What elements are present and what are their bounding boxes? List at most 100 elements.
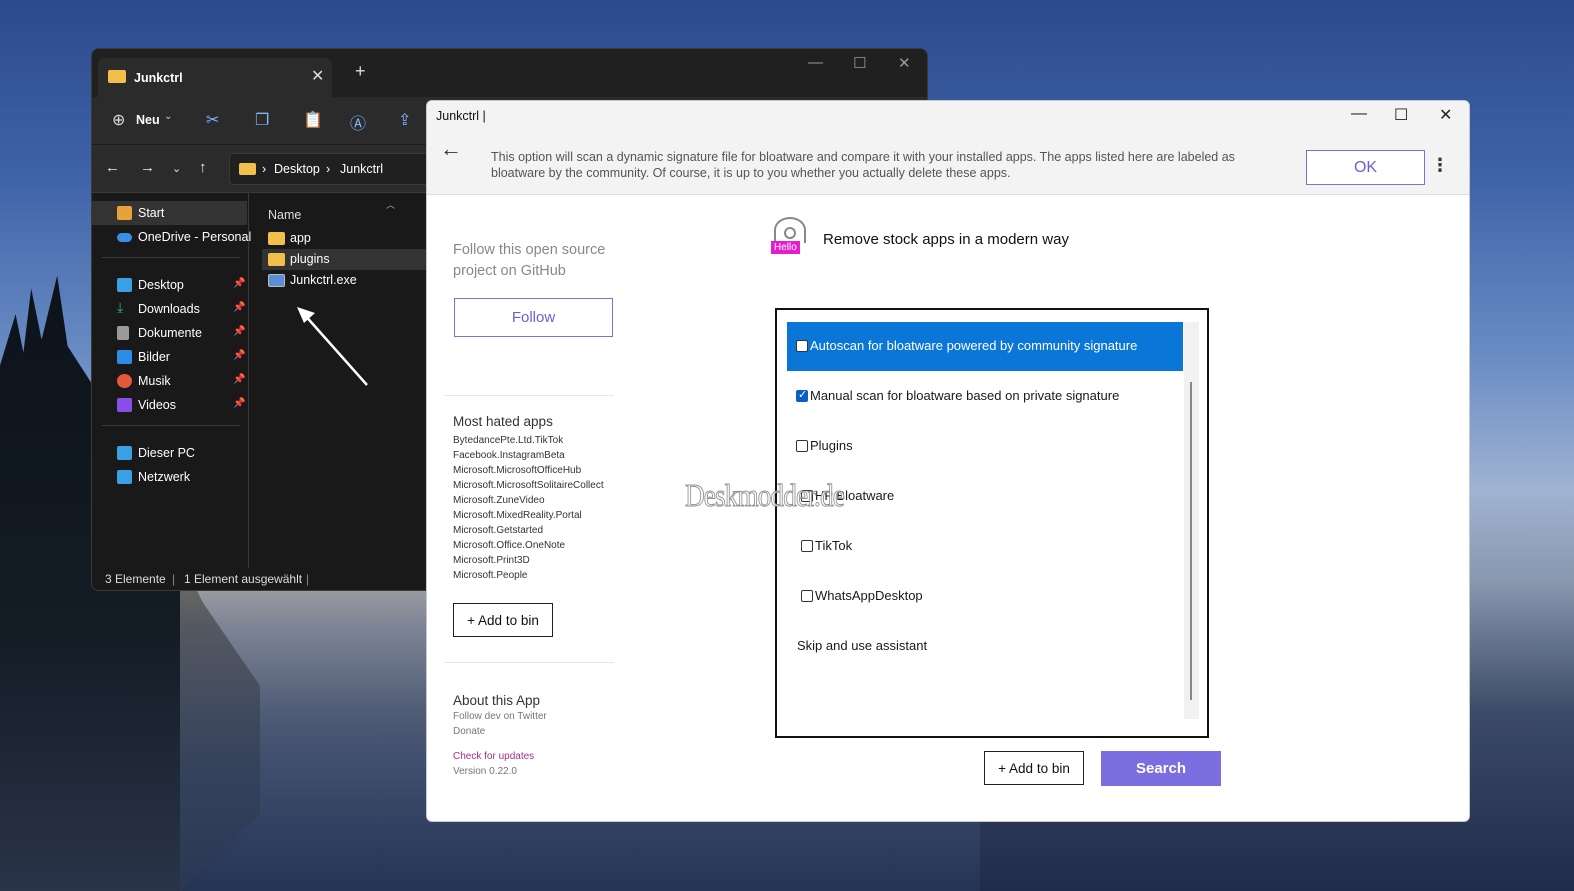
divider [444, 662, 614, 663]
option-label: TikTok [815, 538, 853, 553]
window-title: Junkctrl | [436, 109, 486, 123]
list-item[interactable]: Microsoft.MicrosoftSolitaireCollect [453, 478, 604, 493]
file-label: plugins [290, 252, 330, 266]
list-item[interactable]: Microsoft.MixedReality.Portal [453, 508, 604, 523]
pin-icon[interactable]: 📌 [233, 302, 245, 313]
more-options-icon[interactable]: ⋮ [1431, 155, 1449, 176]
search-button[interactable]: Search [1101, 751, 1221, 786]
list-item[interactable]: Microsoft.Getstarted [453, 523, 604, 538]
back-arrow-icon[interactable]: ← [440, 136, 462, 162]
sidebar-item-downloads[interactable]: ⤓ Downloads 📌 [92, 297, 247, 321]
list-item[interactable]: Microsoft.MicrosoftOfficeHub [453, 463, 604, 478]
list-item[interactable]: Microsoft.Print3D [453, 553, 604, 568]
file-row-junkctrl-exe[interactable]: Junkctrl.exe [262, 270, 442, 291]
cut-icon[interactable]: ✂ [206, 110, 219, 130]
breadcrumb-desktop[interactable]: Desktop [274, 162, 320, 176]
page-title: Remove stock apps in a modern way [823, 231, 1069, 248]
pin-icon[interactable]: 📌 [233, 326, 245, 337]
maximize-icon[interactable]: ☐ [1394, 105, 1408, 125]
rename-icon[interactable]: Ⓐ [350, 110, 366, 134]
scrollbar[interactable] [1184, 322, 1199, 719]
breadcrumb-chevron-icon: › [262, 162, 267, 176]
option-label: WhatsAppDesktop [815, 588, 923, 603]
sidebar-item-bilder[interactable]: Bilder 📌 [92, 345, 247, 369]
sidebar-item-videos[interactable]: Videos 📌 [92, 393, 247, 417]
close-tab-icon[interactable]: ✕ [311, 66, 324, 86]
junkctrl-titlebar: Junkctrl | — ☐ ✕ [427, 101, 1469, 131]
new-tab-icon[interactable]: + [355, 61, 366, 82]
tiktok-checkbox[interactable] [801, 540, 813, 552]
maximize-icon[interactable]: ☐ [853, 54, 866, 72]
pin-icon[interactable]: 📌 [233, 398, 245, 409]
sidebar-label: Bilder [138, 350, 170, 364]
explorer-titlebar: Junkctrl ✕ + — ☐ ✕ [92, 49, 927, 97]
minimize-icon[interactable]: — [808, 54, 823, 71]
list-item[interactable]: Microsoft.ZuneVideo [453, 493, 604, 508]
check-updates-link[interactable]: Check for updates [453, 751, 534, 762]
sidebar-label: Downloads [138, 302, 200, 316]
sidebar-item-musik[interactable]: Musik 📌 [92, 369, 247, 393]
back-icon[interactable]: ← [105, 159, 120, 176]
sidebar-item-dokumente[interactable]: Dokumente 📌 [92, 321, 247, 345]
twitter-link[interactable]: Follow dev on Twitter [453, 711, 547, 722]
option-whatsappdesktop[interactable]: WhatsAppDesktop [787, 572, 1183, 621]
donate-link[interactable]: Donate [453, 726, 485, 737]
share-icon[interactable]: ⇪ [398, 110, 411, 130]
autoscan-checkbox[interactable] [796, 340, 808, 352]
explorer-tab[interactable]: Junkctrl ✕ [98, 58, 332, 97]
file-row-app[interactable]: app [262, 228, 442, 249]
sidebar-item-desktop[interactable]: Desktop 📌 [92, 273, 247, 297]
option-manual-scan[interactable]: Manual scan for bloatware based on priva… [787, 372, 1183, 421]
hello-badge: Hello [771, 241, 800, 254]
follow-button[interactable]: Follow [454, 298, 613, 337]
close-icon[interactable]: ✕ [1439, 105, 1452, 125]
pin-icon[interactable]: 📌 [233, 350, 245, 361]
manual-scan-checkbox[interactable] [796, 388, 808, 402]
new-button[interactable]: Neu [136, 113, 160, 127]
version-text: Version 0.22.0 [453, 766, 517, 777]
status-divider: | [306, 572, 310, 586]
forward-icon[interactable]: → [140, 159, 155, 176]
minimize-icon[interactable]: — [1351, 105, 1367, 123]
sidebar-item-dieser-pc[interactable]: Dieser PC [92, 441, 247, 465]
add-to-bin-button[interactable]: + Add to bin [984, 751, 1084, 785]
column-header-name[interactable]: Name [268, 208, 301, 222]
hello-ring-inner [784, 227, 796, 239]
sidebar-item-onedrive[interactable]: OneDrive - Personal [92, 225, 251, 249]
list-item[interactable]: BytedancePte.Ltd.TikTok [453, 433, 604, 448]
list-item[interactable]: Microsoft.People [453, 568, 604, 583]
whatsappdesktop-checkbox[interactable] [801, 590, 813, 602]
option-hp-bloatware[interactable]: HP Bloatware [787, 472, 1183, 521]
breadcrumb-junkctrl[interactable]: Junkctrl [340, 162, 383, 176]
sidebar-item-netzwerk[interactable]: Netzwerk [92, 465, 247, 489]
add-to-bin-button-left[interactable]: + Add to bin [453, 603, 553, 637]
option-skip-assistant[interactable]: Skip and use assistant [787, 622, 1183, 671]
banner-text: This option will scan a dynamic signatur… [491, 150, 1235, 180]
pin-icon[interactable]: 📌 [233, 374, 245, 385]
chevron-down-icon[interactable]: ⌄ [164, 111, 172, 122]
list-item[interactable]: Microsoft.Office.OneNote [453, 538, 604, 553]
exe-icon [268, 274, 285, 287]
close-window-icon[interactable]: ✕ [898, 54, 911, 72]
recent-chevron-icon[interactable]: ⌄ [172, 162, 181, 175]
up-icon[interactable]: ↑ [199, 159, 207, 176]
sidebar-item-start[interactable]: Start [92, 201, 247, 225]
option-tiktok[interactable]: TikTok [787, 522, 1183, 571]
list-item[interactable]: Facebook.InstagramBeta [453, 448, 604, 463]
divider [102, 425, 240, 426]
options-list: Autoscan for bloatware powered by commun… [775, 308, 1209, 738]
home-icon [117, 206, 132, 220]
new-icon[interactable]: ⊕ [112, 110, 125, 130]
pin-icon[interactable]: 📌 [233, 278, 245, 289]
scrollbar-thumb[interactable] [1190, 382, 1192, 700]
option-label: Manual scan for bloatware based on priva… [810, 388, 1120, 403]
copy-icon[interactable]: ❐ [255, 110, 269, 130]
option-autoscan[interactable]: Autoscan for bloatware powered by commun… [787, 322, 1183, 371]
most-hated-title: Most hated apps [453, 414, 553, 429]
ok-button[interactable]: OK [1306, 150, 1425, 185]
sidebar-label: Videos [138, 398, 176, 412]
breadcrumb-chevron-icon: › [326, 162, 331, 176]
paste-icon[interactable]: 📋 [303, 110, 323, 130]
option-plugins[interactable]: Plugins [787, 422, 1183, 471]
plugins-checkbox[interactable] [796, 440, 808, 452]
